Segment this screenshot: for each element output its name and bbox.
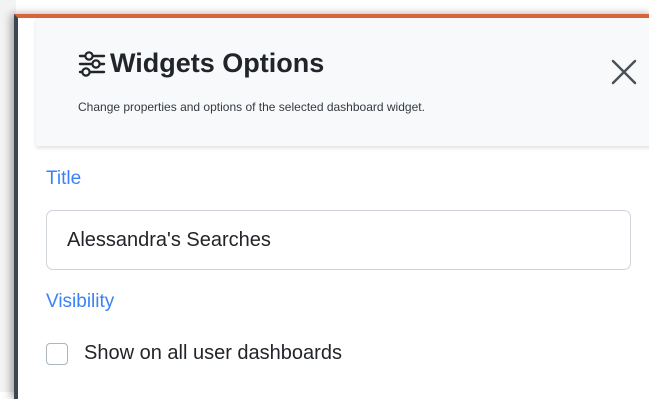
close-button[interactable] bbox=[606, 54, 642, 90]
panel-header: Widgets Options Change properties and op… bbox=[36, 18, 649, 146]
show-all-dashboards-row[interactable]: Show on all user dashboards bbox=[46, 342, 342, 365]
sliders-icon bbox=[76, 49, 108, 79]
header-title-row: Widgets Options bbox=[76, 48, 324, 79]
panel-subtitle: Change properties and options of the sel… bbox=[78, 100, 425, 114]
panel-title: Widgets Options bbox=[110, 48, 325, 78]
close-icon bbox=[611, 59, 637, 85]
title-label: Title bbox=[46, 168, 82, 189]
show-all-dashboards-checkbox[interactable] bbox=[46, 342, 68, 365]
widgets-options-panel: Widgets Options Change properties and op… bbox=[14, 14, 649, 399]
visibility-label: Visibility bbox=[46, 291, 115, 312]
show-all-dashboards-label: Show on all user dashboards bbox=[84, 342, 342, 364]
title-input[interactable] bbox=[46, 210, 631, 270]
